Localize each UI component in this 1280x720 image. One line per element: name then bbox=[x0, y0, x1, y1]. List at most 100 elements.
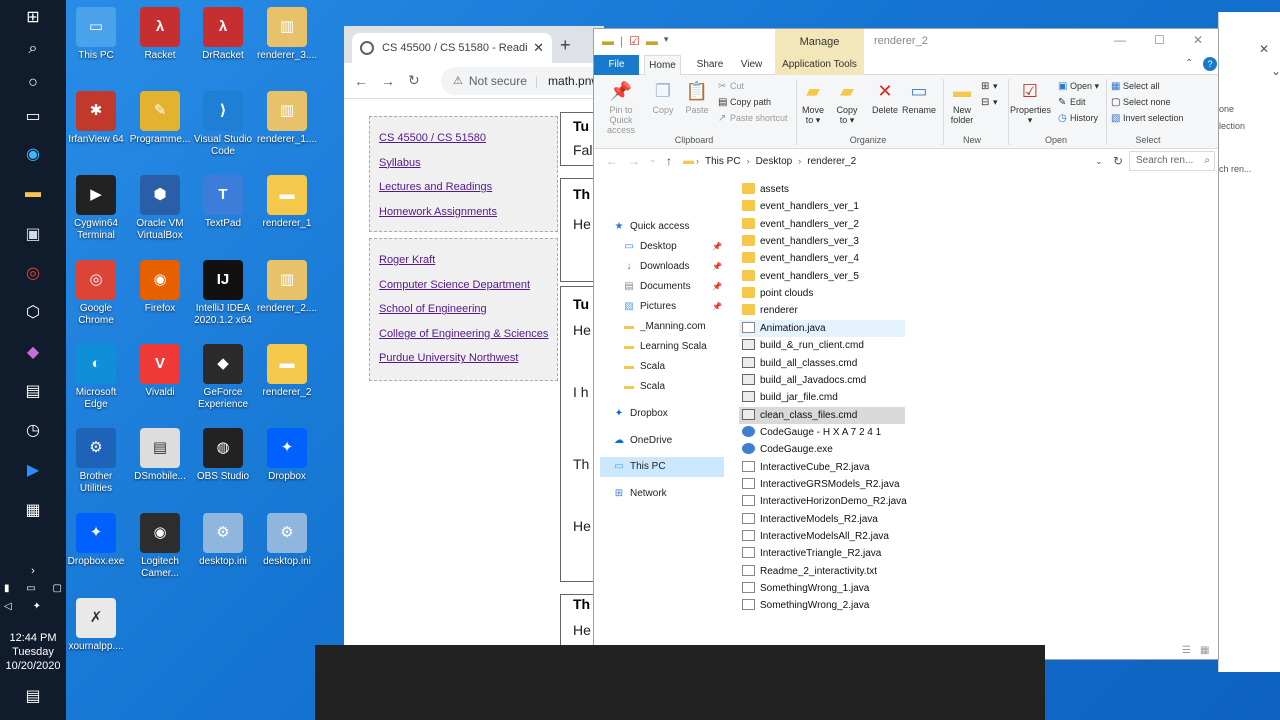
crumb-this-pc[interactable]: This PC bbox=[705, 156, 741, 167]
desktop-icon-15[interactable]: ▥ renderer_2.... bbox=[254, 260, 320, 315]
nav-link-1-3[interactable]: Homework Assignments bbox=[379, 200, 548, 225]
desktop-icon-14[interactable]: IJ IntelliJ IDEA 2020.1.2 x64 bbox=[190, 260, 256, 327]
task-view-icon[interactable]: ▭ bbox=[17, 104, 49, 128]
nav-item-scala[interactable]: ▬ Scala bbox=[622, 377, 665, 397]
easy-access-button[interactable]: ⊟ ▾ bbox=[981, 97, 998, 108]
copy-to-button[interactable]: ▰ Copy to ▾ bbox=[832, 79, 862, 125]
file-row[interactable]: InteractiveCube_R2.java bbox=[739, 459, 905, 476]
clock-taskbar-icon[interactable]: ◷ bbox=[17, 418, 49, 442]
refresh-icon[interactable]: ↻ bbox=[1113, 154, 1123, 168]
desktop-icon-25[interactable]: ◉ Logitech Camer... bbox=[127, 513, 193, 580]
new-tab-icon[interactable]: + bbox=[560, 35, 571, 56]
file-row[interactable]: clean_class_files.cmd bbox=[739, 406, 905, 424]
edge-taskbar-icon[interactable]: ◉ bbox=[17, 142, 49, 166]
desktop-icon-8[interactable]: ▶ Cygwin64 Terminal bbox=[63, 175, 129, 242]
file-row[interactable]: InteractiveGRSModels_R2.java bbox=[739, 476, 905, 493]
clock-day[interactable]: Tuesday bbox=[0, 645, 66, 659]
file-row[interactable]: event_handlers_ver_3 bbox=[739, 233, 905, 250]
file-row[interactable]: SomethingWrong_2.java bbox=[739, 597, 905, 614]
search-icon[interactable]: ⌕ bbox=[17, 37, 49, 61]
nav-link-2-4[interactable]: Purdue University Northwest bbox=[379, 346, 548, 371]
back-arrow-icon[interactable]: ← bbox=[354, 73, 381, 89]
nav-item-scala[interactable]: ▬ Scala bbox=[622, 357, 665, 377]
chevron-down-icon[interactable]: ⌄ bbox=[1095, 156, 1103, 167]
file-row[interactable]: point clouds bbox=[739, 285, 905, 302]
tool-taskbar-icon[interactable]: ▦ bbox=[17, 498, 49, 522]
address-breadcrumb[interactable]: ▬ › This PC › Desktop › renderer_2 ⌄ bbox=[683, 151, 1113, 171]
file-row[interactable]: CodeGauge.exe bbox=[739, 441, 905, 458]
file-row[interactable]: assets bbox=[739, 181, 905, 198]
desktop-icon-11[interactable]: ▬ renderer_1 bbox=[254, 175, 320, 230]
select-all-button[interactable]: ▦ Select all bbox=[1111, 81, 1160, 92]
nav-item-this-pc[interactable]: ▭ This PC bbox=[600, 457, 724, 477]
paint-taskbar-icon[interactable]: ◆ bbox=[17, 340, 49, 364]
pin-quick-access-button[interactable]: 📌 Pin to Quick access bbox=[598, 79, 644, 135]
paste-button[interactable]: 📋 Paste bbox=[682, 79, 712, 115]
copy-path-button[interactable]: ▤ Copy path bbox=[718, 97, 771, 108]
crumb-desktop[interactable]: Desktop bbox=[756, 156, 793, 167]
nav-link-2-0[interactable]: Roger Kraft bbox=[379, 248, 548, 273]
new-folder-qat-icon[interactable]: ▬ bbox=[646, 34, 658, 48]
nav-link-1-2[interactable]: Lectures and Readings bbox=[379, 175, 548, 200]
file-row[interactable]: SomethingWrong_1.java bbox=[739, 580, 905, 597]
file-row[interactable]: build_all_Javadocs.cmd bbox=[739, 372, 905, 389]
new-folder-button[interactable]: ▬ New folder bbox=[947, 79, 977, 125]
battery-icon[interactable]: ▭ bbox=[26, 583, 35, 594]
desktop-icon-0[interactable]: ▭ This PC bbox=[63, 7, 129, 62]
desktop-icon-23[interactable]: ✦ Dropbox bbox=[254, 428, 320, 483]
app-taskbar-icon[interactable]: ▣ bbox=[17, 222, 49, 246]
file-row[interactable]: Readme_2_interactivity.txt bbox=[739, 563, 905, 580]
forward-arrow-icon[interactable]: → bbox=[381, 73, 408, 89]
nav-link-1-1[interactable]: Syllabus bbox=[379, 151, 548, 176]
chevron-icon[interactable]: ⌄ bbox=[1271, 64, 1280, 78]
desktop-icon-2[interactable]: λ DrRacket bbox=[190, 7, 256, 62]
desktop-icon-18[interactable]: ◆ GeForce Experience bbox=[190, 344, 256, 411]
desktop-icon-12[interactable]: ◎ Google Chrome bbox=[63, 260, 129, 327]
desktop-icon-4[interactable]: ✱ IrfanView 64 bbox=[63, 91, 129, 146]
desktop-icon-20[interactable]: ⚙ Brother Utilities bbox=[63, 428, 129, 495]
select-none-button[interactable]: ▢ Select none bbox=[1111, 97, 1171, 108]
up-arrow-icon[interactable]: ↑ bbox=[666, 154, 672, 168]
reload-icon[interactable]: ↻ bbox=[408, 72, 435, 89]
delete-button[interactable]: ✕ Delete bbox=[870, 79, 900, 115]
nav-item--manning-com[interactable]: ▬ _Manning.com bbox=[622, 317, 706, 337]
close-icon[interactable]: ✕ bbox=[1193, 33, 1203, 47]
usb-icon[interactable]: ▮ bbox=[4, 583, 10, 594]
properties-button[interactable]: ☑ Properties ▾ bbox=[1010, 79, 1051, 125]
chevron-up-icon[interactable]: › bbox=[17, 559, 49, 583]
edit-button[interactable]: ✎ Edit bbox=[1058, 97, 1086, 108]
browser-window[interactable]: CS 45500 / CS 51580 - Reading / ✕ + ← → … bbox=[344, 26, 604, 646]
search-input[interactable]: Search ren... ⌕ bbox=[1129, 151, 1215, 171]
desktop-icon-9[interactable]: ⬢ Oracle VM VirtualBox bbox=[127, 175, 193, 242]
tab-share[interactable]: Share bbox=[691, 55, 729, 75]
copy-button[interactable]: ❐ Copy bbox=[650, 79, 676, 115]
address-bar[interactable]: ⚠ Not secure | math.pnw.e bbox=[441, 66, 604, 95]
invert-selection-button[interactable]: ▧ Invert selection bbox=[1111, 113, 1184, 124]
box-taskbar-icon[interactable]: ⬡ bbox=[17, 300, 49, 324]
desktop-icon-21[interactable]: ▤ DSmobile... bbox=[127, 428, 193, 483]
desktop-icon-10[interactable]: T TextPad bbox=[190, 175, 256, 230]
desktop-icon-17[interactable]: V Vivaldi bbox=[127, 344, 193, 399]
nav-item-downloads[interactable]: ↓ Downloads bbox=[622, 257, 690, 277]
recent-locations-icon[interactable]: ⌄ bbox=[649, 154, 657, 165]
nav-item-learning-scala[interactable]: ▬ Learning Scala bbox=[622, 337, 707, 357]
nav-item-onedrive[interactable]: ☁ OneDrive bbox=[612, 431, 672, 451]
open-button[interactable]: ▣ Open ▾ bbox=[1058, 81, 1099, 92]
file-row[interactable]: InteractiveModels_R2.java bbox=[739, 511, 905, 528]
nav-item-dropbox[interactable]: ✦ Dropbox bbox=[612, 404, 668, 424]
file-row[interactable]: renderer bbox=[739, 302, 905, 319]
windows-start-icon[interactable]: ⊞ bbox=[17, 5, 49, 29]
crumb-renderer-2[interactable]: renderer_2 bbox=[807, 156, 856, 167]
zoom-taskbar-icon[interactable]: ▶ bbox=[17, 458, 49, 482]
paste-shortcut-button[interactable]: ↗ Paste shortcut bbox=[718, 113, 788, 124]
rename-button[interactable]: ▭ Rename bbox=[902, 79, 936, 115]
help-icon[interactable]: ? bbox=[1203, 57, 1217, 71]
move-to-button[interactable]: ▰ Move to ▾ bbox=[798, 79, 828, 125]
file-row[interactable]: build_jar_file.cmd bbox=[739, 389, 905, 406]
large-icons-view-icon[interactable]: ▦ bbox=[1200, 645, 1209, 656]
cut-button[interactable]: ✂ Cut bbox=[718, 81, 744, 92]
folder-icon[interactable]: ▬ bbox=[602, 34, 614, 48]
close-icon[interactable]: ✕ bbox=[1259, 42, 1269, 56]
new-item-button[interactable]: ⊞ ▾ bbox=[981, 81, 998, 92]
file-row[interactable]: InteractiveHorizonDemo_R2.java bbox=[739, 493, 907, 510]
